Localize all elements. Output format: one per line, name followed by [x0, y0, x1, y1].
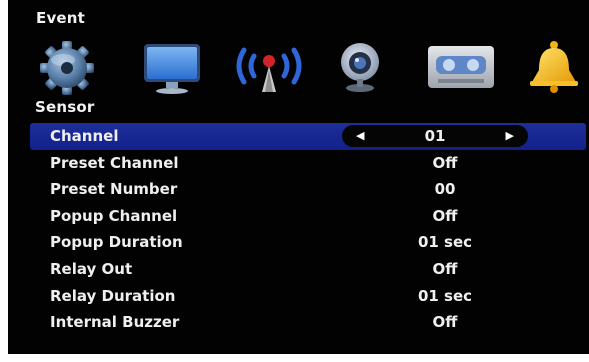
setting-row-internal-buzzer[interactable]: Internal Buzzer Off: [30, 309, 586, 336]
recorder-icon[interactable]: [426, 36, 496, 96]
setting-label: Internal Buzzer: [50, 313, 180, 332]
setting-label: Popup Channel: [50, 206, 178, 225]
setting-value: Off: [432, 259, 458, 278]
setting-label: Channel: [50, 127, 119, 145]
setting-row-preset-number[interactable]: Preset Number 00: [30, 176, 586, 203]
setting-label: Relay Duration: [50, 286, 176, 305]
setting-row-preset-channel[interactable]: Preset Channel Off: [30, 150, 586, 177]
monitor-icon[interactable]: [140, 36, 204, 96]
category-icon-row: [8, 36, 589, 96]
gear-icon[interactable]: [36, 36, 98, 96]
setting-value: Off: [432, 153, 458, 172]
setting-row-popup-channel[interactable]: Popup Channel Off: [30, 203, 586, 230]
setting-value: 01: [424, 127, 446, 145]
setting-value: 01 sec: [417, 233, 473, 252]
setting-value: Off: [432, 313, 458, 332]
setting-label: Preset Number: [50, 180, 178, 199]
setting-value: Off: [432, 206, 458, 225]
channel-selector[interactable]: ◀ 01 ▶: [342, 125, 528, 147]
bell-icon[interactable]: [524, 36, 584, 96]
setting-row-relay-duration[interactable]: Relay Duration 01 sec: [30, 283, 586, 310]
setting-value: 00: [434, 180, 456, 199]
settings-list: Channel ◀ 01 ▶ Preset Channel Off Preset…: [30, 123, 586, 336]
setting-label: Preset Channel: [50, 153, 179, 172]
webcam-icon[interactable]: [338, 36, 382, 96]
osd-screen: Event Sensor Channel ◀ 01 ▶ Preset Chann…: [8, 0, 589, 354]
setting-label: Popup Duration: [50, 233, 183, 252]
setting-row-popup-duration[interactable]: Popup Duration 01 sec: [30, 229, 586, 256]
setting-label: Relay Out: [50, 259, 133, 278]
sensor-title: Sensor: [35, 98, 95, 116]
setting-row-relay-out[interactable]: Relay Out Off: [30, 256, 586, 283]
event-title: Event: [36, 9, 86, 27]
wireless-icon[interactable]: [232, 36, 306, 96]
setting-value: 01 sec: [417, 286, 473, 305]
setting-row-channel[interactable]: Channel ◀ 01 ▶: [30, 123, 586, 150]
arrow-right-icon[interactable]: ▶: [506, 125, 514, 147]
